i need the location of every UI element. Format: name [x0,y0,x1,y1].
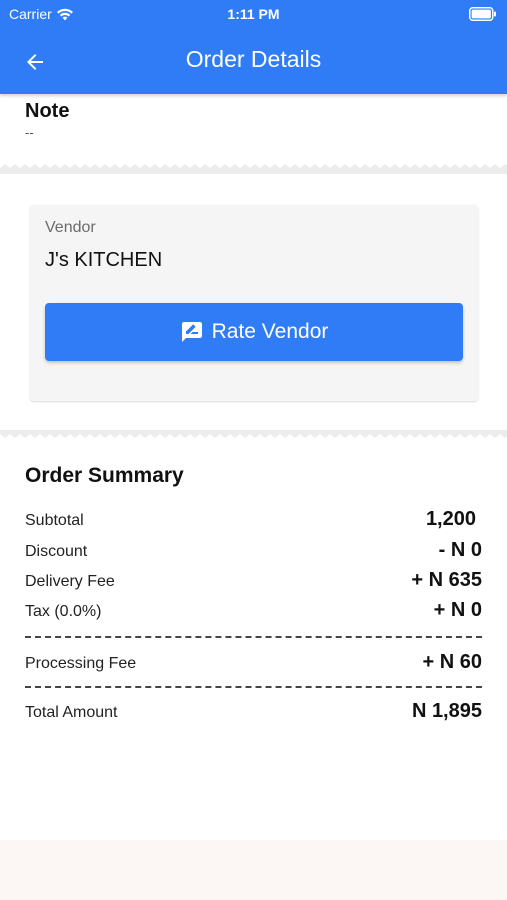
vendor-label: Vendor [45,219,96,236]
vendor-card: Vendor J's KITCHEN Rate Vendor [30,205,478,401]
summary-row-subtotal: Subtotal 1,200 [25,508,482,531]
summary-row-discount: Discount - N 0 [25,539,482,562]
status-bar: Carrier 1:11 PM [0,0,507,30]
summary-row-processing-fee: Processing Fee + N 60 [25,651,482,674]
dashed-divider [25,686,482,688]
row-label: Tax (0.0%) [25,603,102,620]
battery-icon [469,7,497,26]
vendor-name: J's KITCHEN [45,249,163,271]
summary-row-delivery-fee: Delivery Fee + N 635 [25,569,482,592]
note-section: Note -- [0,94,507,166]
note-value: -- [25,125,34,140]
note-title: Note [25,100,70,122]
summary-title: Order Summary [25,464,184,487]
row-value: + N 60 [422,651,482,673]
row-label: Total Amount [25,704,118,721]
row-label: Processing Fee [25,655,137,672]
row-value: + N 0 [433,599,482,621]
app-bar: Order Details [0,30,507,94]
row-value: - N 0 [438,539,482,561]
rate-vendor-button[interactable]: Rate Vendor [45,303,463,361]
rate-review-icon [181,322,202,342]
row-label: Subtotal [25,512,84,529]
zigzag-divider [0,164,507,174]
row-label: Delivery Fee [25,573,115,590]
footer-band [0,840,507,900]
row-value: N 1,895 [411,700,482,722]
rate-vendor-label: Rate Vendor [211,320,329,343]
dashed-divider [25,636,482,638]
summary-row-tax: Tax (0.0%) + N 0 [25,599,482,622]
status-time: 1:11 PM [227,6,280,22]
zigzag-divider [0,430,507,438]
summary-row-total: Total Amount N 1,895 [25,700,482,723]
page-title: Order Details [185,46,322,72]
row-label: Discount [25,543,88,560]
row-value: + N 635 [411,569,482,591]
row-value: 1,200 [425,508,476,530]
order-summary: Order Summary Subtotal 1,200 Discount - … [0,440,507,840]
